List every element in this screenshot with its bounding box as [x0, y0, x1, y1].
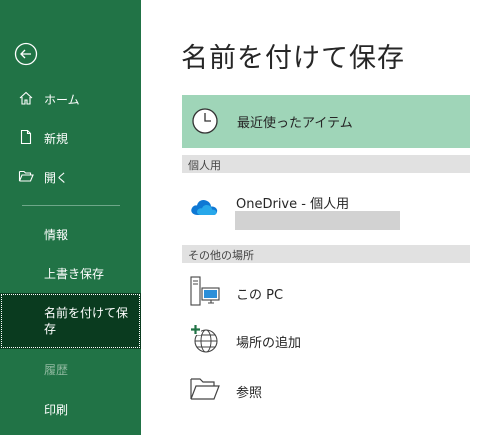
- page-title: 名前を付けて保存: [181, 43, 405, 74]
- save-as-panel: 名前を付けて保存 最近使ったアイテム 個人用 OneDrive - 個人用 その…: [141, 0, 479, 435]
- this-pc-icon: [190, 276, 220, 306]
- recent-items-label: 最近使ったアイテム: [237, 116, 353, 131]
- browse-folder-icon: [190, 378, 220, 400]
- nav-print[interactable]: 印刷: [0, 400, 141, 420]
- nav-new[interactable]: 新規: [0, 129, 141, 149]
- nav-info-label: 情報: [44, 228, 69, 242]
- nav-history: 履歴: [0, 360, 141, 380]
- nav-history-label: 履歴: [44, 363, 69, 377]
- open-folder-icon: [18, 170, 34, 182]
- recent-items-button[interactable]: 最近使ったアイテム: [182, 95, 470, 148]
- onedrive-cloud-icon: [191, 200, 218, 215]
- section-header-personal: 個人用: [182, 155, 470, 173]
- home-icon: [19, 91, 33, 105]
- section-header-other-label: その他の場所: [188, 249, 254, 262]
- nav-home-label: ホーム: [44, 93, 80, 107]
- location-this-pc-label: この PC: [236, 288, 284, 303]
- nav-open-label: 開く: [44, 171, 69, 185]
- account-email-redacted: [235, 211, 400, 230]
- sidebar-divider: [22, 205, 120, 206]
- nav-info[interactable]: 情報: [0, 225, 141, 245]
- location-this-pc[interactable]: この PC: [182, 272, 470, 312]
- nav-save[interactable]: 上書き保存: [0, 264, 141, 284]
- location-add-place-label: 場所の追加: [236, 336, 302, 351]
- location-add-place[interactable]: 場所の追加: [182, 320, 470, 360]
- backstage-sidebar: ホーム 新規 開く 情報 上書き保存 名前を付けて保存 履歴 印刷: [0, 0, 141, 435]
- location-onedrive-label: OneDrive - 個人用: [236, 197, 350, 212]
- nav-new-label: 新規: [44, 132, 69, 146]
- nav-home[interactable]: ホーム: [0, 90, 141, 110]
- section-header-personal-label: 個人用: [188, 159, 221, 172]
- back-arrow-icon: [14, 42, 38, 66]
- section-header-other: その他の場所: [182, 245, 470, 263]
- nav-save-label: 上書き保存: [44, 267, 105, 281]
- back-button[interactable]: [14, 42, 38, 66]
- nav-print-label: 印刷: [44, 403, 69, 417]
- clock-icon: [192, 108, 218, 134]
- location-browse-label: 参照: [236, 386, 263, 401]
- location-browse[interactable]: 参照: [182, 370, 470, 410]
- nav-save-as[interactable]: 名前を付けて保存: [0, 293, 141, 349]
- nav-open[interactable]: 開く: [0, 168, 141, 188]
- nav-save-as-label: 名前を付けて保存: [44, 306, 129, 336]
- add-location-globe-icon: [190, 324, 218, 353]
- new-document-icon: [20, 129, 32, 145]
